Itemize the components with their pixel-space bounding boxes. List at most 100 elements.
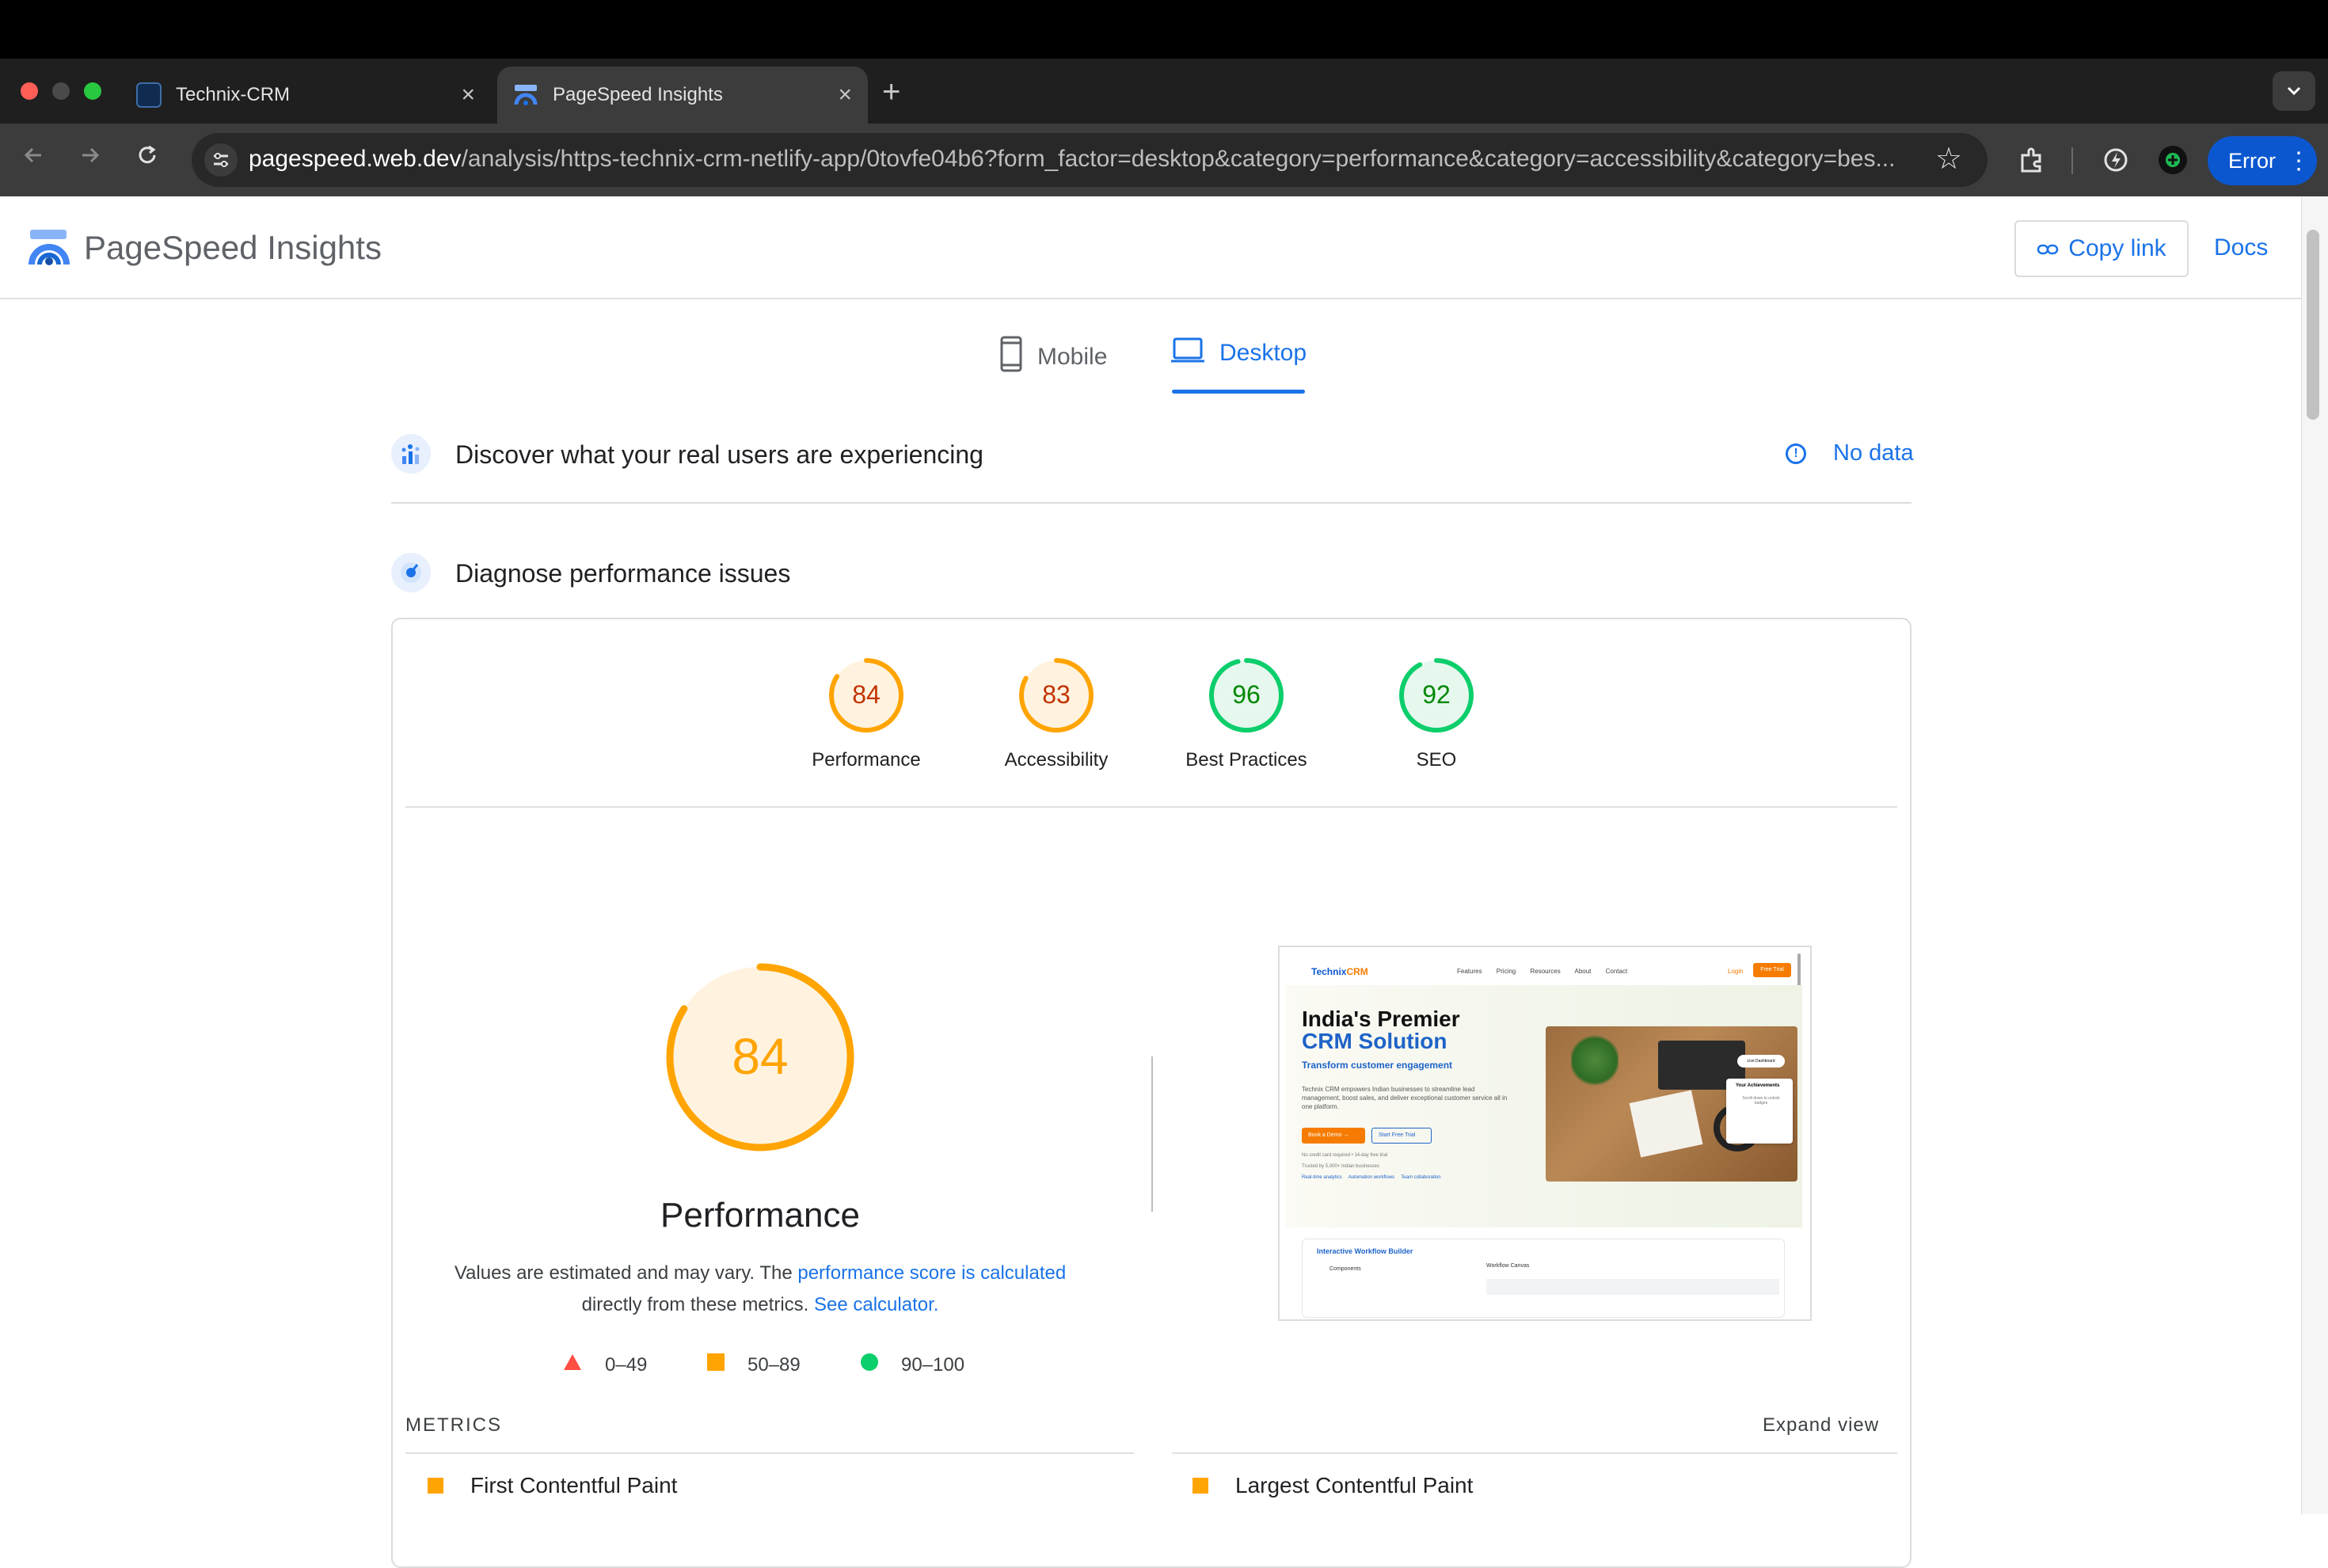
ss-plant xyxy=(1571,1033,1619,1088)
legend-fail: 0–49 xyxy=(562,1353,647,1377)
extension-green-icon[interactable] xyxy=(2157,144,2189,176)
pagespeed-favicon-icon xyxy=(513,82,538,108)
performance-score-link[interactable]: performance score is calculated xyxy=(797,1262,1066,1284)
no-data-label: No data xyxy=(1833,440,1914,466)
gauges-divider xyxy=(405,806,1897,808)
metric-lcp: Largest Contentful Paint xyxy=(1193,1473,1473,1498)
metric-fcp-label: First Contentful Paint xyxy=(470,1473,678,1498)
score-ring: 83 xyxy=(1019,658,1094,733)
metrics-heading: METRICS xyxy=(405,1414,502,1436)
ss-achievements-card: Your Achievements Scroll down to unlock … xyxy=(1726,1079,1793,1144)
browser-tab-pagespeed[interactable]: PageSpeed Insights × xyxy=(497,67,868,124)
back-icon[interactable] xyxy=(21,141,46,177)
score-label: Performance xyxy=(812,749,921,771)
tab-search-button[interactable] xyxy=(2273,71,2315,111)
score-gauge-performance[interactable]: 84 Performance xyxy=(771,654,961,771)
ss-trial-button: Start Free Trial xyxy=(1371,1128,1432,1144)
link-icon xyxy=(2037,236,2059,261)
score-ring: 84 xyxy=(829,658,903,733)
circle-green-icon xyxy=(860,1353,879,1377)
ss-small-2: Trusted by 5,000+ Indian businesses xyxy=(1302,1164,1380,1169)
page-screenshot: TechnixCRM Features Pricing Resources Ab… xyxy=(1278,946,1812,1321)
extensions-icon[interactable] xyxy=(2016,144,2048,176)
new-tab-button[interactable]: + xyxy=(882,73,900,111)
tab-desktop-label: Desktop xyxy=(1219,340,1307,366)
performance-score-value: 84 xyxy=(732,1028,788,1085)
vertical-divider xyxy=(1151,1056,1153,1212)
ss-login: Login xyxy=(1728,968,1744,975)
score-label: SEO xyxy=(1416,749,1457,771)
performance-title: Performance xyxy=(660,1196,860,1235)
score-label: Accessibility xyxy=(1004,749,1109,771)
expand-view-toggle[interactable]: Expand view xyxy=(1763,1414,1879,1437)
ss-canvas: Workflow Canvas xyxy=(1486,1263,1530,1269)
field-data-title: Discover what your real users are experi… xyxy=(455,440,983,469)
square-orange-icon xyxy=(428,1478,443,1494)
score-gauge-seo[interactable]: 92 SEO xyxy=(1341,654,1531,771)
screen-top-bar xyxy=(0,0,2328,59)
ss-live-badge: Live Dashboard xyxy=(1737,1055,1785,1068)
scrollbar-thumb[interactable] xyxy=(2307,230,2319,420)
diagnose-icon xyxy=(391,553,431,592)
ss-free-trial: Free Trial xyxy=(1753,963,1791,977)
toolbar-separator xyxy=(2071,147,2073,174)
close-tab-icon[interactable]: × xyxy=(838,83,852,107)
users-icon xyxy=(391,434,431,474)
ss-headline-1: India's Premier xyxy=(1302,1007,1460,1031)
bookmark-star-icon[interactable]: ☆ xyxy=(1935,141,1962,177)
ss-headline-2: CRM Solution xyxy=(1302,1029,1447,1053)
tab-desktop[interactable]: Desktop xyxy=(1170,336,1307,371)
triangle-red-icon xyxy=(562,1353,583,1377)
ss-paragraph: Technix CRM empowers Indian businesses t… xyxy=(1302,1086,1508,1110)
site-settings-icon[interactable] xyxy=(204,143,238,177)
section-divider xyxy=(391,502,1911,504)
browser-tab-technix-crm[interactable]: Technix-CRM × xyxy=(120,67,491,124)
ss-lower-section: Interactive Workflow Builder Components … xyxy=(1286,1227,1802,1318)
see-calculator-link[interactable]: See calculator. xyxy=(814,1294,938,1315)
note-text-2: directly from these metrics. xyxy=(581,1294,814,1315)
score-gauge-best-practices[interactable]: 96 Best Practices xyxy=(1151,654,1341,771)
score-value: 92 xyxy=(1422,680,1451,709)
logo-text: PageSpeed Insights xyxy=(84,229,382,266)
ss-builder-title: Interactive Workflow Builder xyxy=(1317,1247,1413,1255)
score-gauge-accessibility[interactable]: 83 Accessibility xyxy=(961,654,1151,771)
selected-tab-indicator xyxy=(1172,390,1305,394)
close-window-button[interactable] xyxy=(21,82,38,100)
zoom-window-button[interactable] xyxy=(84,82,101,100)
note-text-1: Values are estimated and may vary. The xyxy=(454,1262,798,1284)
legend-average: 50–89 xyxy=(706,1353,801,1377)
score-label: Best Practices xyxy=(1185,749,1307,771)
ss-card-title: Your Achievements xyxy=(1736,1083,1780,1088)
performance-note: Values are estimated and may vary. The p… xyxy=(412,1258,1109,1321)
laptop-icon xyxy=(1170,336,1205,371)
more-menu-icon[interactable]: ⋮ xyxy=(2287,147,2311,175)
technix-favicon-icon xyxy=(136,82,162,108)
legend-pass-label: 90–100 xyxy=(901,1353,965,1376)
ss-components: Components xyxy=(1329,1266,1361,1272)
metric-fcp: First Contentful Paint xyxy=(428,1473,677,1498)
ss-nav-links: Features Pricing Resources About Contact xyxy=(1457,968,1628,975)
minimize-window-button[interactable] xyxy=(52,82,70,100)
profile-error-button[interactable]: Error ⋮ xyxy=(2208,136,2317,185)
ss-small-1: No credit card required • 14-day free tr… xyxy=(1302,1153,1388,1158)
ss-hero: India's Premier CRM Solution Transform c… xyxy=(1286,985,1802,1227)
psi-logo[interactable]: PageSpeed Insights xyxy=(29,228,382,268)
copy-link-button[interactable]: Copy link xyxy=(2014,220,2189,277)
metrics-divider-left xyxy=(405,1452,1134,1454)
ss-demo-button: Book a Demo → xyxy=(1302,1128,1365,1144)
no-data-link[interactable]: ! No data xyxy=(1786,440,1914,466)
legend-average-label: 50–89 xyxy=(747,1353,801,1376)
forward-icon[interactable] xyxy=(78,141,103,177)
ss-subheadline: Transform customer engagement xyxy=(1302,1060,1453,1071)
info-icon: ! xyxy=(1786,443,1806,464)
performance-icon[interactable] xyxy=(2100,144,2132,176)
tab-mobile[interactable]: Mobile xyxy=(999,336,1107,379)
tab-title: PageSpeed Insights xyxy=(553,84,723,105)
close-tab-icon[interactable]: × xyxy=(461,83,475,107)
score-ring: 96 xyxy=(1209,658,1284,733)
metric-lcp-label: Largest Contentful Paint xyxy=(1235,1473,1474,1498)
tab-mobile-label: Mobile xyxy=(1037,344,1108,370)
square-orange-icon xyxy=(1193,1478,1208,1494)
reload-icon[interactable] xyxy=(135,141,160,177)
docs-link[interactable]: Docs xyxy=(2214,234,2268,261)
